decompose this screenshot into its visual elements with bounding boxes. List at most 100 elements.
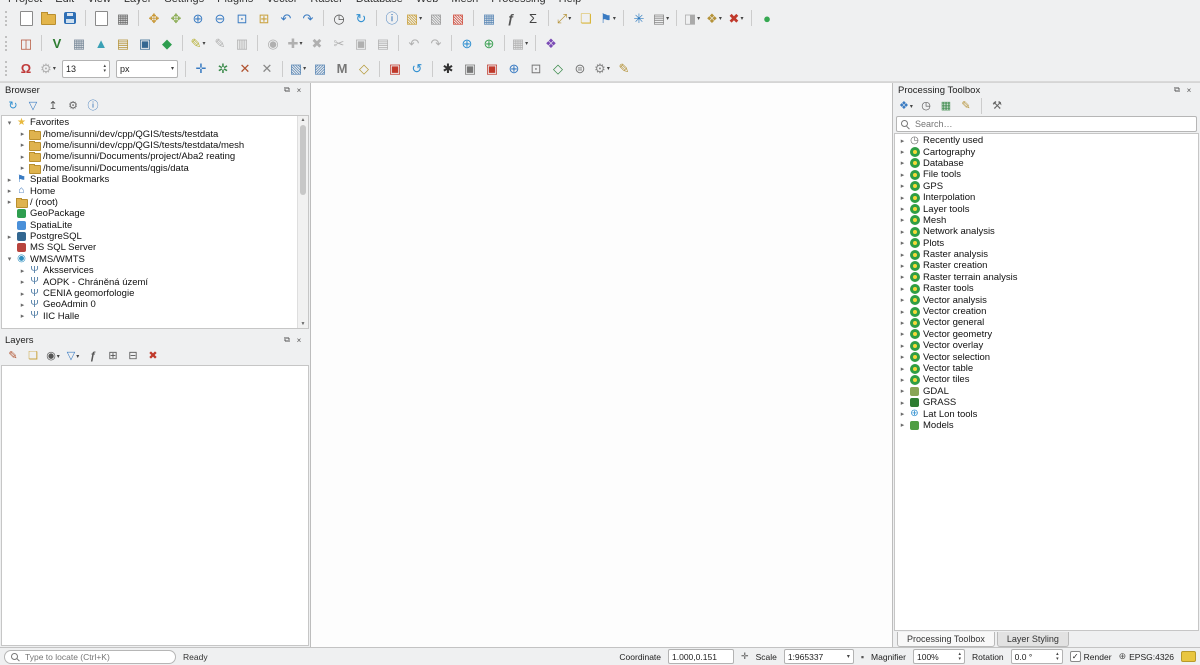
processing-tree-item[interactable]: ▸Vector selection bbox=[895, 351, 1198, 362]
menu-plugins[interactable]: Plugins bbox=[217, 0, 253, 5]
paste-features-icon[interactable]: ▤ bbox=[372, 33, 394, 53]
expand-arrow-icon[interactable]: ▸ bbox=[897, 171, 908, 179]
scroll-up-icon[interactable]: ▲ bbox=[301, 117, 306, 123]
add-record-icon[interactable]: ◉ bbox=[262, 33, 284, 53]
data-defined-icon[interactable]: ◨▾ bbox=[681, 8, 703, 28]
close-icon[interactable]: × bbox=[293, 85, 305, 96]
expand-arrow-icon[interactable]: ▸ bbox=[17, 301, 28, 309]
new-print-layout-icon[interactable] bbox=[90, 8, 112, 28]
cut-features-icon[interactable]: ✂ bbox=[328, 33, 350, 53]
toolbar-handle[interactable] bbox=[5, 11, 11, 26]
browser-tree-item[interactable]: MS SQL Server bbox=[2, 242, 298, 253]
close-icon[interactable]: × bbox=[293, 335, 305, 346]
processing-toolbox-icon[interactable]: ✳ bbox=[628, 8, 650, 28]
menu-help[interactable]: Help bbox=[559, 0, 582, 5]
processing-tree-item[interactable]: ▸Raster analysis bbox=[895, 249, 1198, 260]
expand-arrow-icon[interactable]: ▸ bbox=[4, 198, 15, 206]
processing-tree-item[interactable]: ▸Plots bbox=[895, 238, 1198, 249]
toolbar-handle[interactable] bbox=[5, 36, 11, 51]
browser-tree-item[interactable]: ▸ΨAksservices bbox=[2, 265, 298, 276]
osm-place-search-icon[interactable]: ⊕ bbox=[456, 33, 478, 53]
processing-search-input[interactable] bbox=[913, 118, 1192, 130]
expand-arrow-icon[interactable]: ▸ bbox=[4, 187, 15, 195]
processing-tree-item[interactable]: ▸Mesh bbox=[895, 215, 1198, 226]
processing-tree-item[interactable]: ▸Raster creation bbox=[895, 260, 1198, 271]
zoom-last-icon[interactable]: ↶ bbox=[275, 8, 297, 28]
expand-arrow-icon[interactable]: ▸ bbox=[17, 130, 28, 138]
add-layer-group-icon[interactable]: ❖▾ bbox=[703, 8, 725, 28]
raster-tool-icon[interactable]: ▣ bbox=[481, 59, 503, 79]
expand-arrow-icon[interactable]: ▸ bbox=[17, 312, 28, 320]
expand-arrow-icon[interactable]: ▸ bbox=[897, 137, 908, 145]
geometry-tool-icon[interactable]: ◇ bbox=[547, 59, 569, 79]
tab-layer-styling[interactable]: Layer Styling bbox=[997, 632, 1069, 647]
grid-tools-icon[interactable]: ▦▾ bbox=[509, 33, 531, 53]
label-options-icon[interactable]: ▧▾ bbox=[287, 59, 309, 79]
snapping-mode-icon[interactable]: ⚙▾ bbox=[37, 59, 59, 79]
processing-tree-item[interactable]: ▸Models bbox=[895, 420, 1198, 431]
processing-tree-item[interactable]: ▸File tools bbox=[895, 169, 1198, 180]
globe-tool-icon[interactable]: ⊜ bbox=[569, 59, 591, 79]
processing-tree-item[interactable]: ▸Cartography bbox=[895, 146, 1198, 157]
expand-all-icon[interactable]: ⊞ bbox=[104, 349, 122, 364]
new-bookmark-icon[interactable]: ⚑▾ bbox=[597, 8, 619, 28]
zoom-next-icon[interactable]: ↷ bbox=[297, 8, 319, 28]
coordinate-input[interactable]: 1.000,0.151 bbox=[668, 649, 734, 664]
topological-editing-icon[interactable]: ✛ bbox=[190, 59, 212, 79]
add-vector-layer-icon[interactable]: V bbox=[46, 33, 68, 53]
history-icon[interactable]: ◷ bbox=[917, 99, 935, 114]
clipboard-tool-icon[interactable]: ▣ bbox=[459, 59, 481, 79]
expand-arrow-icon[interactable]: ▸ bbox=[897, 353, 908, 361]
deselect-features-icon[interactable]: ▧ bbox=[425, 8, 447, 28]
options-wrench-icon[interactable]: ⚒ bbox=[988, 99, 1006, 114]
zoom-to-selection-icon[interactable]: ⊞ bbox=[253, 8, 275, 28]
field-calculator-icon[interactable]: ƒ bbox=[500, 8, 522, 28]
menu-settings[interactable]: Settings bbox=[164, 0, 204, 5]
current-edits-icon[interactable]: ✎▾ bbox=[187, 33, 209, 53]
browser-tree-item[interactable]: SpatiaLite bbox=[2, 220, 298, 231]
expand-arrow-icon[interactable]: ▸ bbox=[4, 176, 15, 184]
temporal-controller-icon[interactable]: ◷ bbox=[328, 8, 350, 28]
browser-tree-item[interactable]: ▸ΨCENIA geomorfologie bbox=[2, 288, 298, 299]
scale-combo[interactable]: 1:965337 ▾ bbox=[784, 649, 854, 664]
refresh-map-icon[interactable]: ↻ bbox=[350, 8, 372, 28]
zoom-tool-icon[interactable]: ⊕ bbox=[503, 59, 525, 79]
processing-tree-item[interactable]: ▸Vector tiles bbox=[895, 374, 1198, 385]
expand-arrow-icon[interactable]: ▸ bbox=[897, 330, 908, 338]
disable-snapping-icon[interactable]: ✕ bbox=[234, 59, 256, 79]
browser-tree-item[interactable]: ▾★Favorites bbox=[2, 117, 298, 128]
layout-manager-icon[interactable]: ▦ bbox=[112, 8, 134, 28]
undock-icon[interactable]: ⧉ bbox=[1171, 85, 1183, 96]
browser-tree-item[interactable]: GeoPackage bbox=[2, 208, 298, 219]
browser-tree-item[interactable]: ▸/ (root) bbox=[2, 197, 298, 208]
expand-arrow-icon[interactable]: ▸ bbox=[897, 205, 908, 213]
processing-tree-item[interactable]: ▸Interpolation bbox=[895, 192, 1198, 203]
expand-arrow-icon[interactable]: ▸ bbox=[897, 421, 908, 429]
menu-database[interactable]: Database bbox=[356, 0, 403, 5]
toggle-editing-icon[interactable]: ✎ bbox=[209, 33, 231, 53]
processing-tree-item[interactable]: ▸Vector table bbox=[895, 363, 1198, 374]
undock-icon[interactable]: ⧉ bbox=[281, 85, 293, 96]
open-project-icon[interactable] bbox=[37, 8, 59, 28]
processing-tree-item[interactable]: ▸Database bbox=[895, 158, 1198, 169]
diagram-options-icon[interactable]: ▨ bbox=[309, 59, 331, 79]
close-icon[interactable]: × bbox=[1183, 85, 1195, 96]
processing-tree-item[interactable]: ▸Vector overlay bbox=[895, 340, 1198, 351]
extent-tool-icon[interactable]: ⊡ bbox=[525, 59, 547, 79]
models-menu-icon[interactable]: ❖▾ bbox=[897, 99, 915, 114]
toolbar-handle[interactable] bbox=[5, 61, 11, 76]
processing-tree-item[interactable]: ▸Raster tools bbox=[895, 283, 1198, 294]
expand-arrow-icon[interactable]: ▸ bbox=[897, 228, 908, 236]
refresh-browser-icon[interactable]: ↻ bbox=[4, 99, 22, 114]
pin-labels-icon[interactable]: M bbox=[331, 59, 353, 79]
expand-arrow-icon[interactable]: ▸ bbox=[897, 182, 908, 190]
map-tips-icon[interactable]: ❏ bbox=[575, 8, 597, 28]
menu-processing[interactable]: Processing bbox=[491, 0, 545, 5]
expand-arrow-icon[interactable]: ▸ bbox=[897, 308, 908, 316]
save-edits-icon[interactable]: ▥ bbox=[231, 33, 253, 53]
expand-arrow-icon[interactable]: ▸ bbox=[897, 376, 908, 384]
menu-view[interactable]: View bbox=[87, 0, 111, 5]
add-postgis-layer-icon[interactable]: ▣ bbox=[134, 33, 156, 53]
collapse-all-layers-icon[interactable]: ⊟ bbox=[124, 349, 142, 364]
processing-tree-item[interactable]: ▸GPS bbox=[895, 181, 1198, 192]
